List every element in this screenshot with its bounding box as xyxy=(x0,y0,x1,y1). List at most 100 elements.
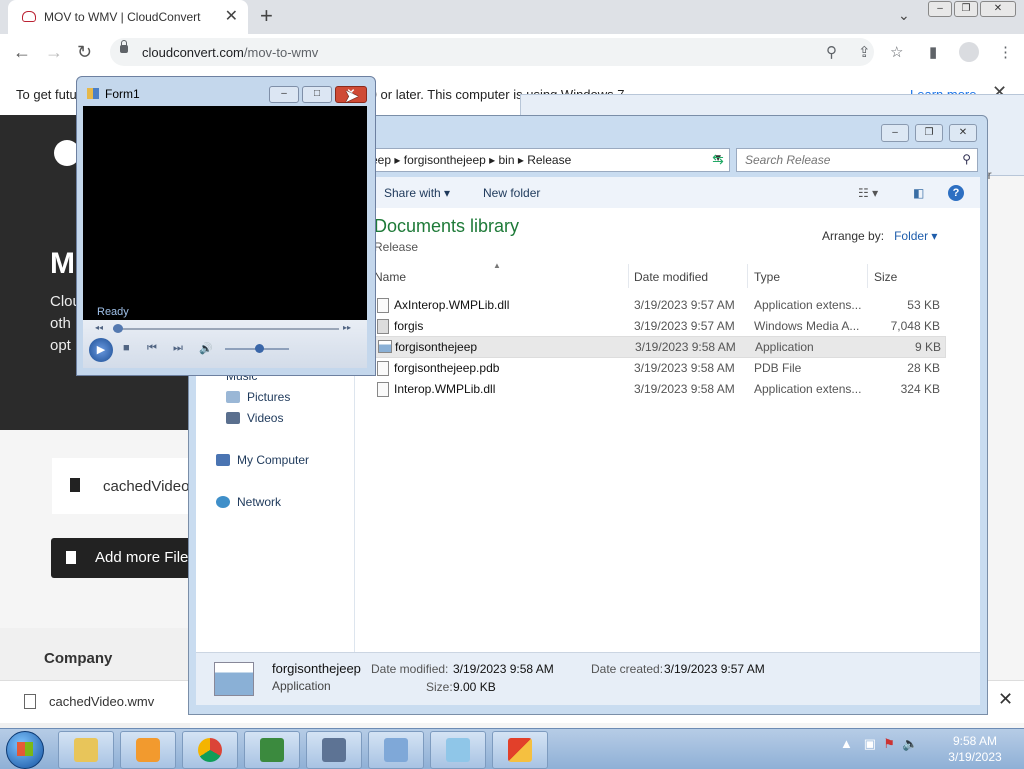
share-icon[interactable]: ⇪ xyxy=(858,43,871,61)
profile-avatar-icon[interactable] xyxy=(959,42,979,62)
reload-icon[interactable]: ↻ xyxy=(77,42,92,63)
taskbar-notepad[interactable] xyxy=(430,731,486,769)
media-player-controls: ◂◂ ▸▸ ▶ ■ ⏮ ⏭ 🔊 xyxy=(83,320,367,368)
action-center-flag-icon[interactable]: ⚑ xyxy=(883,736,895,751)
add-more-files-button[interactable]: Add more Files xyxy=(51,538,196,578)
fast-forward-icon[interactable]: ▸▸ xyxy=(343,323,351,332)
uploaded-file-name: cachedVideo xyxy=(103,478,190,495)
file-date: 3/19/2023 9:57 AM xyxy=(634,319,735,333)
file-size: 53 KB xyxy=(907,298,940,312)
lock-icon[interactable] xyxy=(120,40,128,53)
taskbar-chrome[interactable] xyxy=(182,731,238,769)
download-bar-close-icon[interactable]: ✕ xyxy=(998,689,1013,710)
tab-title: MOV to WMV | CloudConvert xyxy=(44,10,201,24)
details-date-created-label: Date created: xyxy=(591,662,664,676)
help-icon[interactable]: ? xyxy=(948,185,964,201)
file-row[interactable]: AxInterop.WMPLib.dll 3/19/2023 9:57 AM A… xyxy=(374,295,944,315)
explorer-address-bar[interactable]: eep ▸ forgisonthejeep ▸ bin ▸ Release ▼ xyxy=(366,148,730,172)
show-hidden-icons-icon[interactable]: ▲ xyxy=(840,736,853,751)
breadcrumb-separator-icon[interactable]: ▸ xyxy=(489,153,498,167)
column-divider[interactable] xyxy=(747,264,748,288)
breadcrumb-segment[interactable]: forgisonthejeep xyxy=(404,153,486,167)
form1-maximize-button[interactable]: □ xyxy=(302,86,332,103)
arrange-by-dropdown[interactable]: Folder ▾ xyxy=(894,229,937,243)
explorer-search-box[interactable]: ⚲ xyxy=(736,148,978,172)
previous-track-icon[interactable]: ⏮ xyxy=(147,342,157,355)
taskbar-windows-explorer[interactable] xyxy=(58,731,114,769)
volume-icon[interactable]: 🔈 xyxy=(902,736,918,751)
new-tab-icon[interactable]: + xyxy=(260,3,273,29)
file-date: 3/19/2023 9:58 AM xyxy=(635,340,736,354)
breadcrumb-separator-icon[interactable]: ▸ xyxy=(518,153,527,167)
form1-minimize-button[interactable]: – xyxy=(269,86,299,103)
clock-time: 9:58 AM xyxy=(952,734,998,748)
column-header-name[interactable]: Name xyxy=(374,270,406,284)
video-display[interactable]: Ready xyxy=(83,106,367,320)
tab-close-icon[interactable]: ✕ xyxy=(225,6,238,26)
explorer-minimize-button[interactable]: – xyxy=(881,124,909,142)
play-button[interactable]: ▶ xyxy=(89,338,113,362)
file-row[interactable]: forgisonthejeep.pdb 3/19/2023 9:58 AM PD… xyxy=(374,358,944,378)
explorer-maximize-button[interactable]: ❐ xyxy=(915,124,943,142)
tab-search-chevron-icon[interactable]: ⌄ xyxy=(898,7,910,24)
menu-kebab-icon[interactable]: ⋮ xyxy=(998,43,1013,61)
search-input[interactable] xyxy=(743,152,947,168)
share-with-button[interactable]: Share with ▾ xyxy=(384,186,450,200)
taskbar-remote-desktop[interactable] xyxy=(306,731,362,769)
new-folder-button[interactable]: New folder xyxy=(483,186,540,200)
rewind-icon[interactable]: ◂◂ xyxy=(95,323,103,332)
breadcrumb-segment[interactable]: bin xyxy=(499,153,515,167)
refresh-icon[interactable]: ⇆ xyxy=(707,148,729,170)
volume-thumb[interactable] xyxy=(255,344,264,353)
taskbar-clock[interactable]: 9:58 AM 3/19/2023 xyxy=(940,733,1010,765)
breadcrumb-separator-icon[interactable]: ▸ xyxy=(394,153,403,167)
taskbar-media-player[interactable] xyxy=(120,731,176,769)
csharp-project-icon xyxy=(260,738,284,762)
file-row[interactable]: forgis 3/19/2023 9:57 AM Windows Media A… xyxy=(374,316,944,336)
system-tray: ▲ ▣ ⚑ 🔈 xyxy=(840,736,918,752)
taskbar-visual-studio[interactable] xyxy=(244,731,300,769)
volume-slider[interactable] xyxy=(225,344,289,353)
nav-item-my-computer[interactable]: My Computer xyxy=(216,453,309,467)
change-view-icon[interactable]: ☷ ▾ xyxy=(858,186,878,200)
browser-minimize-button[interactable]: – xyxy=(928,1,952,17)
network-status-icon[interactable]: ▣ xyxy=(864,736,876,751)
address-bar[interactable]: cloudconvert.com/mov-to-wmv xyxy=(110,38,874,66)
next-track-icon[interactable]: ⏭ xyxy=(173,342,183,355)
downloaded-file-name[interactable]: cachedVideo.wmv xyxy=(49,694,154,709)
nav-item-network[interactable]: Network xyxy=(216,495,281,509)
column-divider[interactable] xyxy=(628,264,629,288)
bookmark-star-icon[interactable]: ☆ xyxy=(890,43,903,61)
seek-bar[interactable] xyxy=(113,324,339,333)
file-row-selected[interactable]: forgisonthejeep 3/19/2023 9:58 AM Applic… xyxy=(374,336,946,358)
browser-tab[interactable]: MOV to WMV | CloudConvert ✕ xyxy=(8,0,248,34)
column-header-size[interactable]: Size xyxy=(874,270,897,284)
zoom-search-icon[interactable]: ⚲ xyxy=(826,43,837,61)
column-header-date-modified[interactable]: Date modified xyxy=(634,270,708,284)
stop-icon[interactable]: ■ xyxy=(123,342,130,354)
preview-pane-icon[interactable]: ◧ xyxy=(913,186,924,200)
start-button[interactable] xyxy=(6,731,44,769)
explorer-close-button[interactable]: ✕ xyxy=(949,124,977,142)
taskbar-control-panel[interactable] xyxy=(368,731,424,769)
nav-item-videos[interactable]: Videos xyxy=(226,411,283,425)
column-header-type[interactable]: Type xyxy=(754,270,780,284)
search-icon[interactable]: ⚲ xyxy=(962,152,971,166)
browser-close-button[interactable]: ✕ xyxy=(980,1,1016,17)
mute-speaker-icon[interactable]: 🔊 xyxy=(199,342,213,355)
breadcrumb-segment[interactable]: Release xyxy=(527,153,571,167)
file-row[interactable]: Interop.WMPLib.dll 3/19/2023 9:58 AM App… xyxy=(374,379,944,399)
hero-text-line: oth xyxy=(50,315,71,332)
browser-restore-button[interactable]: ❐ xyxy=(954,1,978,17)
side-panel-icon[interactable]: ▮ xyxy=(929,43,937,61)
details-date-modified-label: Date modified: xyxy=(371,662,449,676)
file-type: Application extens... xyxy=(754,298,862,312)
nav-item-pictures[interactable]: Pictures xyxy=(226,390,290,404)
forward-arrow-icon[interactable]: → xyxy=(45,42,63,63)
back-arrow-icon[interactable]: ← xyxy=(13,42,31,63)
pictures-folder-icon xyxy=(226,391,240,403)
taskbar-paint[interactable] xyxy=(492,731,548,769)
column-divider[interactable] xyxy=(867,264,868,288)
control-panel-icon xyxy=(384,738,408,762)
seek-thumb[interactable] xyxy=(113,324,123,333)
